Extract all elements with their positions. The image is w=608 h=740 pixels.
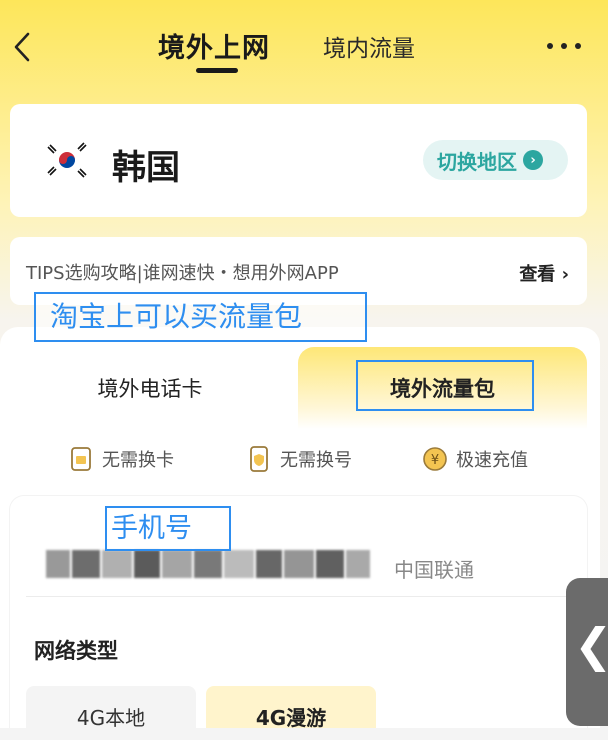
feature-item: ¥ 极速充值 (422, 444, 528, 474)
feature-item: 无需换号 (246, 444, 352, 474)
feature-item: 无需换卡 (68, 444, 174, 474)
feature-list: 无需换卡 无需换号 ¥ 极速充值 (0, 444, 600, 474)
region-name: 韩国 (112, 148, 180, 188)
divider (26, 596, 587, 597)
side-collapse-handle[interactable]: ❮ (566, 578, 608, 726)
switch-region-label: 切换地区 (437, 149, 517, 174)
phone-input-card: 中国联通 网络类型 4G本地 4G漫游 (10, 496, 587, 740)
network-type-label: 网络类型 (34, 639, 118, 663)
chevron-left-icon: ❮ (574, 618, 608, 672)
tab-overseas-internet[interactable]: 境外上网 (158, 26, 270, 65)
annotation-data-pack-highlight (356, 360, 534, 411)
feature-label: 无需换号 (280, 450, 352, 471)
phone-shield-icon (246, 445, 272, 473)
feature-label: 无需换卡 (102, 450, 174, 471)
active-tab-indicator (196, 68, 238, 73)
arrow-right-circle-icon: › (523, 150, 543, 170)
more-dots-icon[interactable] (547, 43, 581, 51)
yuan-coin-icon: ¥ (422, 445, 448, 473)
back-button[interactable] (10, 30, 34, 64)
switch-region-button[interactable]: 切换地区 › (423, 140, 568, 180)
tips-text: TIPS选购攻略|谁网速快・想用外网APP (26, 263, 339, 284)
tab-overseas-sim-card[interactable]: 境外电话卡 (0, 347, 300, 429)
korea-flag-icon (42, 139, 92, 181)
carrier-label: 中国联通 (394, 558, 474, 582)
chevron-left-icon (14, 32, 30, 62)
svg-text:¥: ¥ (431, 453, 439, 468)
region-card: 韩国 切换地区 › (10, 104, 587, 217)
top-nav: 境外上网 境内流量 (0, 0, 608, 90)
bottom-safe-area (0, 728, 608, 740)
annotation-phone-number: 手机号 (105, 506, 231, 551)
tab-domestic-data[interactable]: 境内流量 (323, 29, 415, 63)
feature-label: 极速充值 (456, 450, 528, 471)
annotation-taobao: 淘宝上可以买流量包 (34, 292, 367, 342)
sim-card-icon (68, 445, 94, 473)
tips-view-link[interactable]: 查看 › (519, 260, 569, 286)
